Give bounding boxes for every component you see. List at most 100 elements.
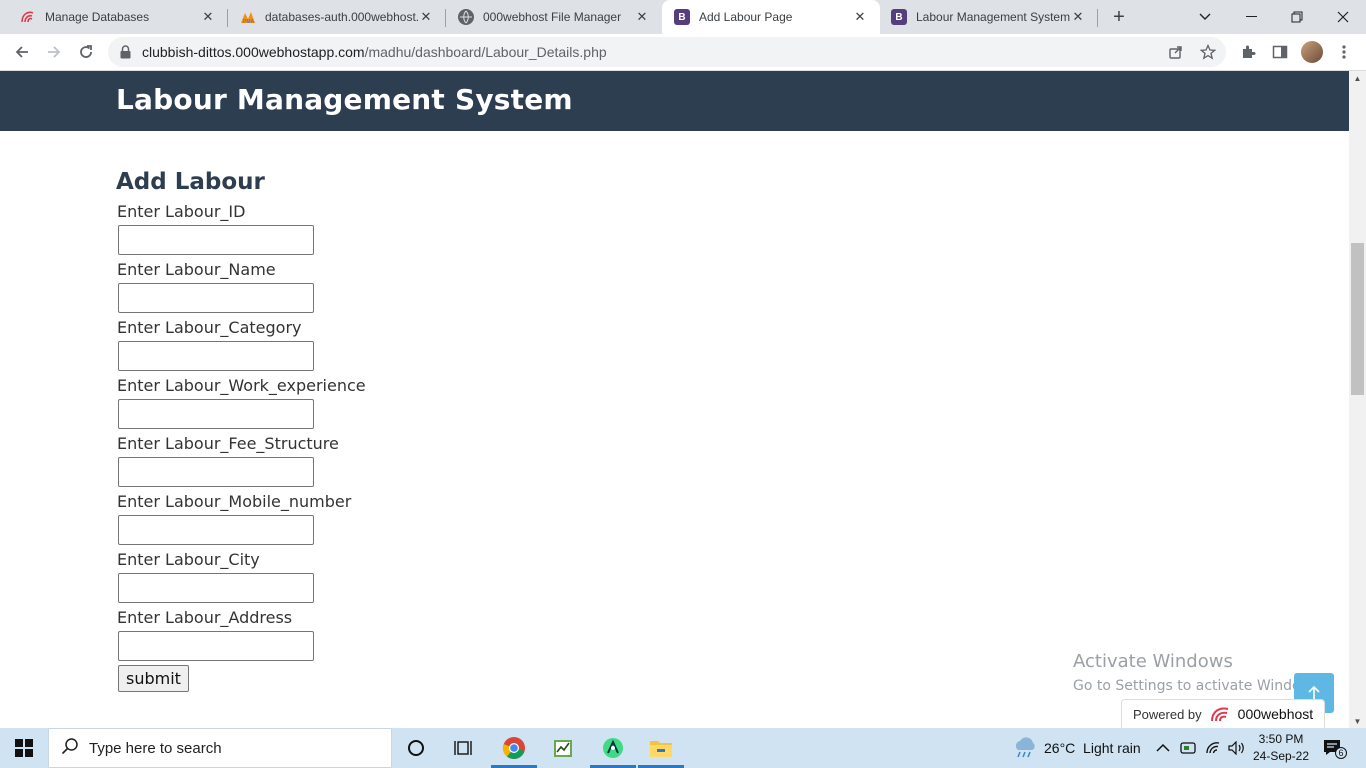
tab-title: Manage Databases: [45, 10, 150, 24]
reload-icon: [80, 45, 92, 58]
new-tab-button[interactable]: +: [1108, 6, 1130, 28]
watermark-subtitle: Go to Settings to activate Windows.: [1073, 678, 1324, 694]
labour-category-input[interactable]: [118, 341, 314, 371]
restore-button[interactable]: [1274, 0, 1320, 34]
cortana-button[interactable]: [393, 728, 439, 768]
activate-windows-watermark: Activate Windows Go to Settings to activ…: [1073, 651, 1324, 694]
forward-button[interactable]: [42, 40, 66, 64]
chevron-up-icon: [1156, 743, 1170, 752]
site-header: Labour Management System: [0, 71, 1349, 131]
tab-title: databases-auth.000webhost.a: [265, 10, 418, 24]
bookmark-star-icon[interactable]: [1199, 43, 1217, 61]
labour-id-input[interactable]: [118, 225, 314, 255]
labour-work-experience-label: Enter Labour_Work_experience: [117, 376, 366, 395]
back-button[interactable]: [10, 40, 34, 64]
arrow-right-icon: [48, 46, 61, 58]
tab-title: 000webhost File Manager: [483, 10, 622, 24]
powered-by-badge[interactable]: Powered by 000webhost: [1121, 699, 1325, 728]
tab-add-labour-page[interactable]: B Add Labour Page ✕: [662, 0, 880, 34]
tab-databases-auth[interactable]: PMA databases-auth.000webhost.a ✕: [228, 0, 446, 34]
close-window-button[interactable]: [1320, 0, 1366, 34]
labour-name-label: Enter Labour_Name: [117, 260, 276, 279]
labour-name-input[interactable]: [118, 283, 314, 313]
wifi-button[interactable]: [1205, 728, 1221, 768]
phpmyadmin-icon: PMA: [240, 9, 256, 25]
taskbar-search-box[interactable]: Type here to search: [48, 728, 392, 768]
labour-mobile-number-input[interactable]: [118, 515, 314, 545]
close-icon[interactable]: ✕: [852, 9, 868, 25]
form-heading: Add Labour: [116, 169, 265, 195]
notepad-chart-icon: [554, 740, 572, 757]
page-viewport: Labour Management System Add Labour Ente…: [0, 71, 1349, 728]
tab-file-manager[interactable]: 000webhost File Manager ✕: [446, 0, 662, 34]
close-icon[interactable]: ✕: [1070, 9, 1086, 25]
url-text: clubbish-dittos.000webhostapp.com/madhu/…: [142, 44, 607, 60]
task-view-icon: [454, 741, 472, 755]
minimize-button[interactable]: [1228, 0, 1274, 34]
page-scrollbar[interactable]: ▲ ▼: [1349, 71, 1366, 728]
browser-tab-strip: Manage Databases ✕ PMA databases-auth.00…: [0, 0, 1366, 34]
labour-fee-structure-label: Enter Labour_Fee_Structure: [117, 434, 339, 453]
address-bar[interactable]: clubbish-dittos.000webhostapp.com/madhu/…: [108, 37, 1226, 67]
rain-cloud-icon: [1015, 737, 1035, 758]
task-view-button[interactable]: [440, 728, 486, 768]
watermark-title: Activate Windows: [1073, 651, 1233, 672]
tray-battery-app[interactable]: [1180, 728, 1196, 768]
clock-date: 24-Sep-22: [1252, 749, 1310, 763]
notification-center-button[interactable]: 6: [1322, 738, 1347, 760]
labour-city-input[interactable]: [118, 573, 314, 603]
labour-address-input[interactable]: [118, 631, 314, 661]
app-tray-icon: [1180, 742, 1196, 754]
clock-time: 3:50 PM: [1258, 732, 1304, 746]
taskbar-app-editor[interactable]: [540, 728, 586, 768]
wifi-icon: [1206, 742, 1220, 754]
taskbar-file-explorer[interactable]: [638, 728, 684, 768]
labour-work-experience-input[interactable]: [118, 399, 314, 429]
close-icon[interactable]: ✕: [418, 9, 434, 25]
powered-by-text: Powered by: [1133, 706, 1202, 722]
taskbar-chrome[interactable]: [491, 728, 537, 768]
windows-logo-icon: [15, 739, 33, 757]
reload-button[interactable]: [74, 40, 98, 64]
extensions-icon[interactable]: [1238, 42, 1258, 62]
taskbar-app-android-studio[interactable]: [590, 728, 636, 768]
scrollbar-thumb[interactable]: [1351, 243, 1364, 395]
start-button[interactable]: [0, 728, 48, 768]
system-clock[interactable]: 3:50 PM 24-Sep-22: [1248, 731, 1314, 765]
volume-button[interactable]: [1228, 728, 1246, 768]
search-icon: [61, 737, 79, 760]
labour-id-label: Enter Labour_ID: [117, 202, 246, 221]
menu-kebab-icon[interactable]: [1334, 42, 1354, 62]
labour-address-label: Enter Labour_Address: [117, 608, 293, 627]
close-icon[interactable]: ✕: [634, 9, 650, 25]
labour-fee-structure-input[interactable]: [118, 457, 314, 487]
tab-manage-databases[interactable]: Manage Databases ✕: [0, 0, 228, 34]
globe-icon: [458, 9, 474, 25]
tab-title: Labour Management System: [916, 10, 1070, 24]
weather-widget[interactable]: 26°C Light rain: [1012, 728, 1141, 768]
tab-labour-management-system[interactable]: B Labour Management System ✕: [880, 0, 1098, 34]
add-labour-form: Add Labour Enter Labour_ID Enter Labour_…: [116, 169, 366, 692]
svg-text:PMA: PMA: [243, 19, 255, 24]
restore-icon: [1291, 11, 1303, 23]
submit-button[interactable]: submit: [118, 665, 189, 692]
tab-separator: [1097, 9, 1098, 27]
close-icon[interactable]: ✕: [200, 9, 216, 25]
scroll-down-arrow-icon[interactable]: ▼: [1349, 714, 1366, 728]
labour-category-label: Enter Labour_Category: [117, 318, 302, 337]
url-host: clubbish-dittos.000webhostapp.com: [142, 44, 365, 60]
bootstrap-icon: B: [674, 9, 690, 25]
android-studio-icon: [603, 738, 623, 758]
site-title: Labour Management System: [116, 83, 573, 116]
bootstrap-icon: B: [891, 9, 907, 25]
share-icon[interactable]: [1167, 43, 1185, 61]
000webhost-icon: [1210, 705, 1232, 723]
side-panel-icon[interactable]: [1270, 42, 1290, 62]
profile-avatar[interactable]: [1301, 41, 1323, 63]
show-hidden-icons-button[interactable]: [1156, 728, 1170, 768]
tab-search-button[interactable]: [1182, 0, 1228, 34]
tab-title: Add Labour Page: [699, 10, 793, 24]
folder-icon: [650, 741, 672, 757]
scroll-up-arrow-icon[interactable]: ▲: [1349, 71, 1366, 85]
lock-icon[interactable]: [120, 45, 131, 64]
